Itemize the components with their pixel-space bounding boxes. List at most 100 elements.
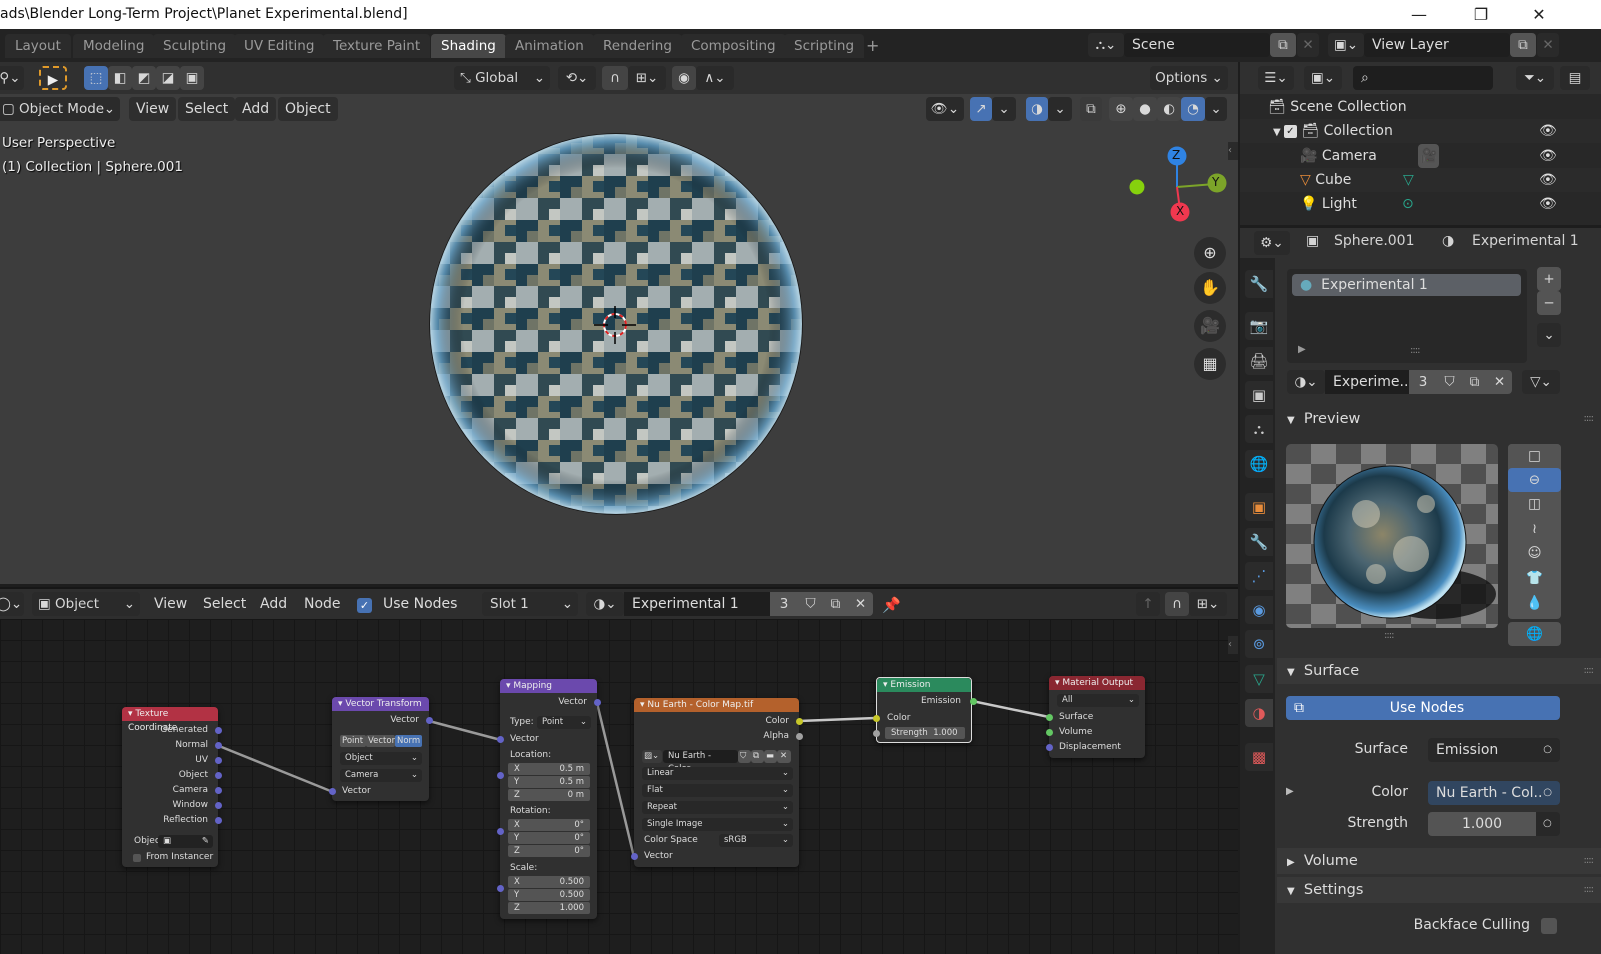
outliner-scene-collection[interactable]: 🗃 Scene Collection [1240, 95, 1601, 119]
expand-arrow-icon[interactable]: ▼ [1273, 127, 1284, 138]
socket-vector-out[interactable] [426, 717, 433, 724]
drag-handle-icon[interactable]: :::: [1584, 877, 1595, 903]
tab-material[interactable]: ◑ [1245, 699, 1273, 727]
scale-y-field[interactable]: Y 0.500 [508, 889, 590, 901]
browse-material-button[interactable]: ◑⌄ [586, 592, 624, 616]
tab-texture[interactable]: ▩ [1245, 743, 1273, 771]
object-picker-field[interactable]: ▣ ✎ [158, 835, 213, 848]
extension-dropdown[interactable]: Repeat ⌄ [642, 801, 793, 814]
link-dropdown[interactable]: ▽⌄ [1522, 370, 1560, 394]
node-texture-coordinate[interactable]: ▾ Texture Coordinate Generated Normal UV… [122, 707, 222, 867]
material-users-count[interactable]: 3 [1409, 370, 1437, 394]
maximize-button[interactable]: ❐ [1458, 0, 1504, 29]
expand-color-arrow-icon[interactable]: ▶ [1286, 786, 1294, 797]
socket-window[interactable] [215, 802, 222, 809]
outliner-item-cube[interactable]: ▽ Cube ▽ 👁 [1240, 168, 1601, 192]
node-snap-target-dropdown[interactable]: ⊞⌄ [1189, 592, 1227, 616]
node-menu-add[interactable]: Add [253, 592, 294, 616]
shading-rendered[interactable]: ◔ [1181, 97, 1205, 121]
socket-object[interactable] [215, 772, 222, 779]
color-input-field[interactable]: Nu Earth - Col.. ○ [1428, 781, 1560, 805]
image-duplicate-button[interactable]: ⧉ [751, 750, 764, 763]
gizmo-dropdown[interactable]: ⌄ [992, 97, 1016, 121]
xray-toggle[interactable]: ⧉ [1080, 97, 1102, 121]
outliner-editor-type[interactable]: ☰⌄ [1258, 66, 1294, 90]
render-target-dropdown[interactable]: All ⌄ [1057, 694, 1139, 707]
menu-object[interactable]: Object [278, 97, 338, 121]
drag-handle-icon[interactable]: :::: [1584, 848, 1595, 874]
scale-z-field[interactable]: Z 1.000 [508, 902, 590, 914]
socket-normal[interactable] [215, 742, 222, 749]
tab-uv-editing[interactable]: UV Editing [234, 34, 325, 58]
delete-scene-button[interactable]: ✕ [1297, 33, 1319, 57]
socket-vector-in[interactable] [329, 788, 336, 795]
location-z-field[interactable]: Z 0 m [508, 789, 590, 801]
socket-uv[interactable] [215, 757, 222, 764]
tab-physics[interactable]: ◉ [1245, 596, 1273, 624]
node-snap-toggle[interactable]: ∩ [1165, 592, 1189, 616]
location-x-field[interactable]: X 0.5 m [508, 763, 590, 775]
delete-view-layer-button[interactable]: ✕ [1537, 33, 1559, 57]
projection-dropdown[interactable]: Flat ⌄ [642, 784, 793, 797]
socket-generated[interactable] [215, 727, 222, 734]
node-mapping[interactable]: ▾ Mapping Vector Type: Point ⌄ Vector Loc… [497, 679, 601, 919]
material-name-field[interactable]: Experime.. [1325, 370, 1409, 394]
preview-monkey-button[interactable]: ☺ [1508, 541, 1561, 565]
location-y-field[interactable]: Y 0.5 m [508, 776, 590, 788]
zoom-view-button[interactable]: ⊕ [1194, 237, 1226, 269]
select-mode-subtract[interactable]: ◩ [132, 66, 156, 90]
socket-rotation[interactable] [497, 828, 504, 835]
select-mode-extend[interactable]: ◧ [108, 66, 132, 90]
drag-handle-icon[interactable]: :::: [1584, 658, 1595, 684]
parent-node-tree-button[interactable]: ↑ [1136, 592, 1160, 616]
collection-checkbox[interactable]: ✓ [1283, 124, 1297, 138]
tab-modeling[interactable]: Modeling [73, 34, 155, 58]
backface-culling-checkbox[interactable] [1541, 918, 1557, 934]
socket-emission-out[interactable] [970, 698, 977, 705]
tab-output[interactable]: 🖨 [1245, 347, 1273, 375]
node-header[interactable]: ▾ Texture Coordinate [122, 707, 218, 733]
menu-select[interactable]: Select [178, 97, 236, 121]
tab-scene[interactable]: ⛬ [1245, 415, 1273, 443]
view-layer-selector-button[interactable]: ▣⌄ [1328, 33, 1364, 57]
socket-scale[interactable] [497, 885, 504, 892]
material-name-field[interactable]: Experimental 1 [624, 592, 770, 616]
browse-image-button[interactable]: ▨⌄ [642, 750, 662, 763]
section-preview-header[interactable]: ▼ Preview :::: [1277, 406, 1601, 432]
node-menu-view[interactable]: View [147, 592, 194, 616]
fake-user-button[interactable]: ⛉ [798, 592, 823, 616]
socket-color-in[interactable] [873, 715, 880, 722]
section-volume-header[interactable]: ▶ Volume :::: [1277, 848, 1601, 874]
tab-view-layer[interactable]: ▣ [1245, 381, 1273, 409]
gizmo-z-label[interactable]: Z [1172, 148, 1180, 162]
socket-alpha-out[interactable] [796, 733, 803, 740]
shading-dropdown[interactable]: ⌄ [1205, 97, 1227, 121]
rotation-x-field[interactable]: X 0° [508, 819, 590, 831]
tab-world[interactable]: 🌐 [1245, 450, 1273, 478]
editor-type-button[interactable]: ◯⌄ [0, 592, 24, 616]
tab-constraints[interactable]: ⊚ [1245, 630, 1273, 658]
unlink-material-button[interactable]: ✕ [1487, 370, 1512, 394]
resize-handle[interactable]: :::: [1410, 345, 1421, 356]
surface-shader-field[interactable]: Emission ○ [1428, 738, 1560, 762]
node-material-output[interactable]: ▾ Material Output All ⌄ Surface Volume Di… [1046, 676, 1145, 758]
use-nodes-button[interactable]: ⧉ Use Nodes [1286, 696, 1560, 720]
convert-from-dropdown[interactable]: Object ⌄ [340, 752, 422, 765]
remove-slot-button[interactable]: − [1537, 291, 1561, 315]
outliner-item-light[interactable]: 💡 Light ⊙ 👁 [1240, 192, 1601, 216]
strength-field[interactable]: 1.000 [1428, 812, 1536, 836]
tab-rendering[interactable]: Rendering [593, 34, 682, 58]
scale-x-field[interactable]: X 0.500 [508, 876, 590, 888]
preview-cloth-button[interactable]: 👕 [1508, 566, 1561, 590]
image-fake-user-button[interactable]: ⛉ [738, 750, 751, 763]
tool-settings-button[interactable]: ⚲⌄ [0, 66, 24, 90]
options-dropdown[interactable]: Options ⌄ [1150, 66, 1228, 90]
tab-animation[interactable]: Animation [505, 34, 594, 58]
drag-handle-icon[interactable]: :::: [1584, 406, 1595, 432]
socket-location[interactable] [497, 772, 504, 779]
type-vector-button[interactable]: Vector [366, 735, 395, 747]
node-menu-select[interactable]: Select [196, 592, 253, 616]
strength-field[interactable]: Strength 1.000 [885, 727, 965, 739]
image-name-field[interactable]: Nu Earth - Color .. [663, 750, 738, 774]
node-header[interactable]: ▾ Material Output [1049, 676, 1145, 690]
